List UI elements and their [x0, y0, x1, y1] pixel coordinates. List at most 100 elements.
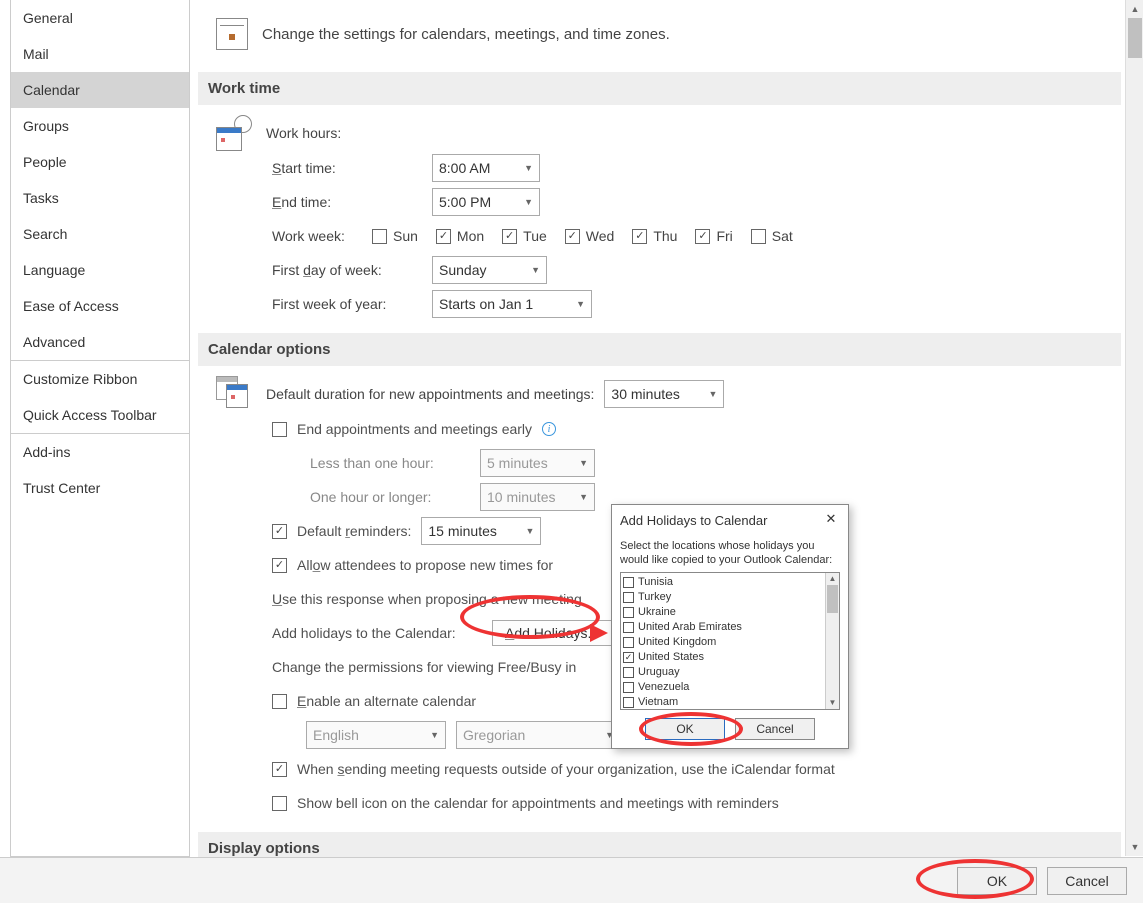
- sidebar-item-advanced[interactable]: Advanced: [11, 324, 189, 360]
- sidebar-item-quick-access-toolbar[interactable]: Quick Access Toolbar: [11, 397, 189, 433]
- location-checkbox[interactable]: [623, 592, 634, 603]
- dialog-instructions: Select the locations whose holidays you …: [620, 539, 840, 568]
- location-item[interactable]: United States: [621, 650, 839, 665]
- calendars-icon: [216, 376, 252, 412]
- start-time-value: 8:00 AM: [439, 160, 490, 176]
- first-week-dropdown[interactable]: Starts on Jan 1: [432, 290, 592, 318]
- location-item[interactable]: Ukraine: [621, 605, 839, 620]
- dialog-cancel-button[interactable]: Cancel: [735, 718, 815, 740]
- sidebar-item-trust-center[interactable]: Trust Center: [11, 470, 189, 506]
- default-reminders-dropdown[interactable]: 15 minutes: [421, 517, 541, 545]
- vertical-scrollbar[interactable]: ▲ ▼: [1125, 0, 1143, 856]
- work-day-checkbox-thu[interactable]: [632, 229, 647, 244]
- dialog-cancel-label: Cancel: [756, 722, 793, 736]
- work-day-checkbox-tue[interactable]: [502, 229, 517, 244]
- work-day-sun: Sun: [372, 228, 418, 244]
- work-day-mon: Mon: [436, 228, 484, 244]
- location-name: United States: [638, 651, 704, 663]
- sidebar-item-customize-ribbon[interactable]: Customize Ribbon: [11, 361, 189, 397]
- locations-list[interactable]: TunisiaTurkey UkraineUnited Arab Emirates…: [620, 572, 840, 710]
- sidebar-item-search[interactable]: Search: [11, 216, 189, 252]
- scroll-thumb[interactable]: [827, 585, 838, 613]
- add-holidays-button-label: Add Holidays...: [505, 625, 599, 641]
- enable-alternate-label: Enable an alternate calendar: [297, 693, 476, 709]
- main-cancel-label: Cancel: [1065, 873, 1109, 889]
- show-bell-label: Show bell icon on the calendar for appoi…: [297, 795, 779, 811]
- alt-lang-dropdown[interactable]: English: [306, 721, 446, 749]
- more-hour-dropdown[interactable]: 10 minutes: [480, 483, 595, 511]
- work-day-checkbox-wed[interactable]: [565, 229, 580, 244]
- dialog-ok-button[interactable]: OK: [645, 718, 725, 740]
- main-cancel-button[interactable]: Cancel: [1047, 867, 1127, 895]
- caret-icon: [709, 389, 718, 399]
- work-day-fri: Fri: [695, 228, 732, 244]
- default-reminders-label: Default reminders:: [297, 523, 411, 539]
- caret-icon: [531, 265, 540, 275]
- location-item[interactable]: Uruguay: [621, 665, 839, 680]
- location-item[interactable]: United Kingdom: [621, 635, 839, 650]
- sidebar-item-language[interactable]: Language: [11, 252, 189, 288]
- dialog-title: Add Holidays to Calendar: [620, 513, 767, 528]
- work-day-label: Tue: [523, 228, 547, 244]
- location-checkbox[interactable]: [623, 577, 634, 588]
- scroll-down-icon[interactable]: ▼: [1126, 838, 1143, 856]
- location-name: United Kingdom: [638, 636, 716, 648]
- default-reminders-checkbox[interactable]: [272, 524, 287, 539]
- start-time-dropdown[interactable]: 8:00 AM: [432, 154, 540, 182]
- work-day-tue: Tue: [502, 228, 547, 244]
- location-checkbox[interactable]: [623, 607, 634, 618]
- default-duration-value: 30 minutes: [611, 386, 679, 402]
- sidebar-item-calendar[interactable]: Calendar: [11, 72, 189, 108]
- sidebar-item-tasks[interactable]: Tasks: [11, 180, 189, 216]
- less-hour-dropdown[interactable]: 5 minutes: [480, 449, 595, 477]
- alt-cal-dropdown[interactable]: Gregorian: [456, 721, 621, 749]
- location-checkbox[interactable]: [623, 697, 634, 708]
- allow-propose-checkbox[interactable]: [272, 558, 287, 573]
- add-holidays-button[interactable]: Add Holidays...: [492, 620, 612, 646]
- location-item[interactable]: Venezuela: [621, 680, 839, 695]
- scroll-down-icon[interactable]: ▼: [826, 697, 839, 709]
- scroll-thumb[interactable]: [1128, 18, 1142, 58]
- alt-lang-value: English: [313, 727, 359, 743]
- location-checkbox[interactable]: [623, 622, 634, 633]
- sidebar-item-ease-of-access[interactable]: Ease of Access: [11, 288, 189, 324]
- end-time-label: End time:: [272, 194, 422, 210]
- dialog-close-button[interactable]: ✕: [822, 511, 840, 529]
- location-item[interactable]: United Arab Emirates: [621, 620, 839, 635]
- icalendar-checkbox[interactable]: [272, 762, 287, 777]
- location-item[interactable]: Tunisia: [621, 575, 839, 590]
- work-day-label: Wed: [586, 228, 615, 244]
- first-day-dropdown[interactable]: Sunday: [432, 256, 547, 284]
- location-name: Turkey: [638, 591, 671, 603]
- info-icon[interactable]: i: [542, 422, 556, 436]
- scroll-up-icon[interactable]: ▲: [1126, 0, 1143, 18]
- location-item[interactable]: Vietnam: [621, 695, 839, 710]
- work-day-checkbox-mon[interactable]: [436, 229, 451, 244]
- sidebar-item-people[interactable]: People: [11, 144, 189, 180]
- location-checkbox[interactable]: [623, 637, 634, 648]
- work-day-label: Fri: [716, 228, 732, 244]
- first-week-value: Starts on Jan 1: [439, 296, 533, 312]
- default-duration-dropdown[interactable]: 30 minutes: [604, 380, 724, 408]
- end-time-dropdown[interactable]: 5:00 PM: [432, 188, 540, 216]
- sidebar-item-general[interactable]: General: [11, 0, 189, 36]
- end-early-checkbox[interactable]: [272, 422, 287, 437]
- work-day-checkbox-sun[interactable]: [372, 229, 387, 244]
- main-ok-button[interactable]: OK: [957, 867, 1037, 895]
- dialog-ok-label: OK: [676, 722, 693, 736]
- first-day-label: First day of week:: [272, 262, 422, 278]
- sidebar-item-mail[interactable]: Mail: [11, 36, 189, 72]
- sidebar-item-groups[interactable]: Groups: [11, 108, 189, 144]
- work-day-checkbox-sat[interactable]: [751, 229, 766, 244]
- location-checkbox[interactable]: [623, 682, 634, 693]
- location-item[interactable]: Turkey: [621, 590, 839, 605]
- work-day-checkbox-fri[interactable]: [695, 229, 710, 244]
- sidebar-item-add-ins[interactable]: Add-ins: [11, 434, 189, 470]
- show-bell-checkbox[interactable]: [272, 796, 287, 811]
- enable-alternate-checkbox[interactable]: [272, 694, 287, 709]
- location-checkbox[interactable]: [623, 652, 634, 663]
- location-checkbox[interactable]: [623, 667, 634, 678]
- scroll-up-icon[interactable]: ▲: [826, 573, 839, 585]
- dialog-scrollbar[interactable]: ▲ ▼: [825, 573, 839, 709]
- caret-icon: [524, 163, 533, 173]
